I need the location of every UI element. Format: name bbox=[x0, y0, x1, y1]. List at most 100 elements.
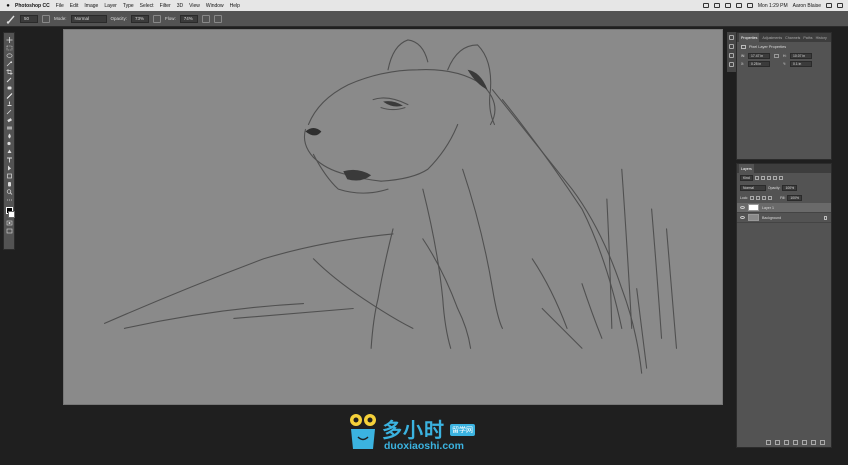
menu-help[interactable]: Help bbox=[230, 3, 240, 9]
lioness-sketch bbox=[103, 39, 678, 374]
layer-kind-filter[interactable]: Kind bbox=[740, 175, 753, 181]
notifications-icon[interactable] bbox=[837, 3, 843, 8]
menu-select[interactable]: Select bbox=[140, 3, 154, 9]
visibility-eye-icon[interactable] bbox=[740, 216, 745, 219]
eyedropper-tool-icon[interactable] bbox=[5, 77, 13, 83]
brush-tool-preset-icon[interactable] bbox=[6, 14, 16, 24]
filter-type-icon[interactable] bbox=[766, 176, 771, 180]
quick-mask-icon[interactable] bbox=[5, 220, 13, 226]
opacity-field[interactable]: 73% bbox=[131, 14, 150, 23]
add-mask-icon[interactable] bbox=[784, 440, 789, 445]
pen-tool-icon[interactable] bbox=[5, 149, 13, 155]
filter-adjustment-icon[interactable] bbox=[760, 176, 765, 180]
layer-fill-field[interactable]: 100% bbox=[787, 195, 803, 201]
apple-icon[interactable]: ● bbox=[5, 3, 11, 9]
filter-pixel-icon[interactable] bbox=[754, 176, 759, 180]
layer-blend-row: Normal Opacity: 100% bbox=[737, 183, 831, 193]
lock-all-icon[interactable] bbox=[768, 196, 773, 200]
new-group-icon[interactable] bbox=[802, 440, 807, 445]
link-layers-icon[interactable] bbox=[766, 440, 771, 445]
background-color-swatch[interactable] bbox=[8, 211, 15, 218]
layer-style-icon[interactable] bbox=[775, 440, 780, 445]
menu-type[interactable]: Type bbox=[123, 3, 134, 9]
layer-row[interactable]: Layer 1 bbox=[737, 203, 831, 213]
height-field[interactable]: 10.07 in bbox=[790, 53, 812, 59]
layer-row[interactable]: Background bbox=[737, 213, 831, 223]
menu-file[interactable]: File bbox=[56, 3, 64, 9]
clone-stamp-tool-icon[interactable] bbox=[5, 101, 13, 107]
path-selection-tool-icon[interactable] bbox=[5, 165, 13, 171]
move-tool-icon[interactable] bbox=[5, 37, 13, 43]
dodge-tool-icon[interactable] bbox=[5, 141, 13, 147]
user-name[interactable]: Aaron Blaise bbox=[793, 3, 821, 9]
tab-paths[interactable]: Paths bbox=[803, 36, 812, 40]
shape-tool-icon[interactable] bbox=[5, 173, 13, 179]
tab-layers[interactable]: Layers bbox=[739, 164, 754, 173]
menu-edit[interactable]: Edit bbox=[70, 3, 79, 9]
menu-layer[interactable]: Layer bbox=[104, 3, 117, 9]
layer-name[interactable]: Background bbox=[762, 216, 781, 220]
lock-position-icon[interactable] bbox=[762, 196, 767, 200]
battery-icon[interactable] bbox=[746, 3, 753, 8]
menu-3d[interactable]: 3D bbox=[177, 3, 183, 9]
app-name-menu[interactable]: Photoshop CC bbox=[15, 3, 50, 9]
width-field[interactable]: 17.47 in bbox=[748, 53, 770, 59]
lasso-tool-icon[interactable] bbox=[5, 53, 13, 59]
menu-view[interactable]: View bbox=[189, 3, 200, 9]
layer-opacity-field[interactable]: 100% bbox=[782, 185, 798, 191]
menu-window[interactable]: Window bbox=[206, 3, 224, 9]
brush-settings-icon[interactable] bbox=[729, 44, 734, 49]
status-icon[interactable] bbox=[713, 3, 720, 8]
lock-transparency-icon[interactable] bbox=[750, 196, 755, 200]
pressure-size-icon[interactable] bbox=[213, 14, 222, 23]
mode-select[interactable]: Normal bbox=[70, 14, 107, 23]
more-tools-icon[interactable] bbox=[5, 197, 13, 203]
gradient-tool-icon[interactable] bbox=[5, 125, 13, 131]
search-icon[interactable] bbox=[826, 3, 832, 8]
tab-adjustments[interactable]: Adjustments bbox=[762, 36, 782, 40]
pressure-opacity-icon[interactable] bbox=[153, 14, 162, 23]
tab-properties[interactable]: Properties bbox=[739, 33, 760, 42]
hand-tool-icon[interactable] bbox=[5, 181, 13, 187]
menu-filter[interactable]: Filter bbox=[160, 3, 171, 9]
visibility-eye-icon[interactable] bbox=[740, 206, 745, 209]
status-icon[interactable] bbox=[702, 3, 709, 8]
blend-mode-select[interactable]: Normal bbox=[740, 185, 766, 191]
crop-tool-icon[interactable] bbox=[5, 69, 13, 75]
layer-name[interactable]: Layer 1 bbox=[762, 206, 774, 210]
layer-thumbnail bbox=[748, 214, 759, 221]
tab-channels[interactable]: Channels bbox=[785, 36, 800, 40]
screen-mode-icon[interactable] bbox=[5, 228, 13, 234]
eraser-tool-icon[interactable] bbox=[5, 117, 13, 123]
document-canvas[interactable] bbox=[63, 29, 723, 405]
healing-brush-tool-icon[interactable] bbox=[5, 85, 13, 91]
link-icon[interactable] bbox=[774, 54, 779, 58]
tab-history[interactable]: History bbox=[816, 36, 827, 40]
type-tool-icon[interactable] bbox=[5, 157, 13, 163]
x-field[interactable]: 0.25 in bbox=[748, 61, 770, 67]
airbrush-icon[interactable] bbox=[201, 14, 210, 23]
clock[interactable]: Mon 1:29 PM bbox=[758, 3, 788, 9]
swatches-icon[interactable] bbox=[729, 53, 734, 58]
quick-select-tool-icon[interactable] bbox=[5, 61, 13, 67]
wifi-icon[interactable] bbox=[724, 3, 731, 8]
y-field[interactable]: 0.1 in bbox=[790, 61, 812, 67]
character-icon[interactable] bbox=[729, 62, 734, 67]
flow-field[interactable]: 74% bbox=[179, 14, 198, 23]
menu-image[interactable]: Image bbox=[84, 3, 98, 9]
blur-tool-icon[interactable] bbox=[5, 133, 13, 139]
zoom-tool-icon[interactable] bbox=[5, 189, 13, 195]
brush-tool-icon[interactable] bbox=[5, 93, 13, 99]
delete-layer-icon[interactable] bbox=[820, 440, 825, 445]
filter-smart-object-icon[interactable] bbox=[778, 176, 783, 180]
history-icon[interactable] bbox=[729, 35, 734, 40]
new-layer-icon[interactable] bbox=[811, 440, 816, 445]
volume-icon[interactable] bbox=[735, 3, 742, 8]
filter-shape-icon[interactable] bbox=[772, 176, 777, 180]
history-brush-tool-icon[interactable] bbox=[5, 109, 13, 115]
brush-size-field[interactable]: 50 bbox=[20, 14, 38, 23]
lock-pixels-icon[interactable] bbox=[756, 196, 761, 200]
marquee-tool-icon[interactable] bbox=[5, 45, 13, 51]
adjustment-layer-icon[interactable] bbox=[793, 440, 798, 445]
brush-panel-icon[interactable] bbox=[42, 14, 50, 23]
